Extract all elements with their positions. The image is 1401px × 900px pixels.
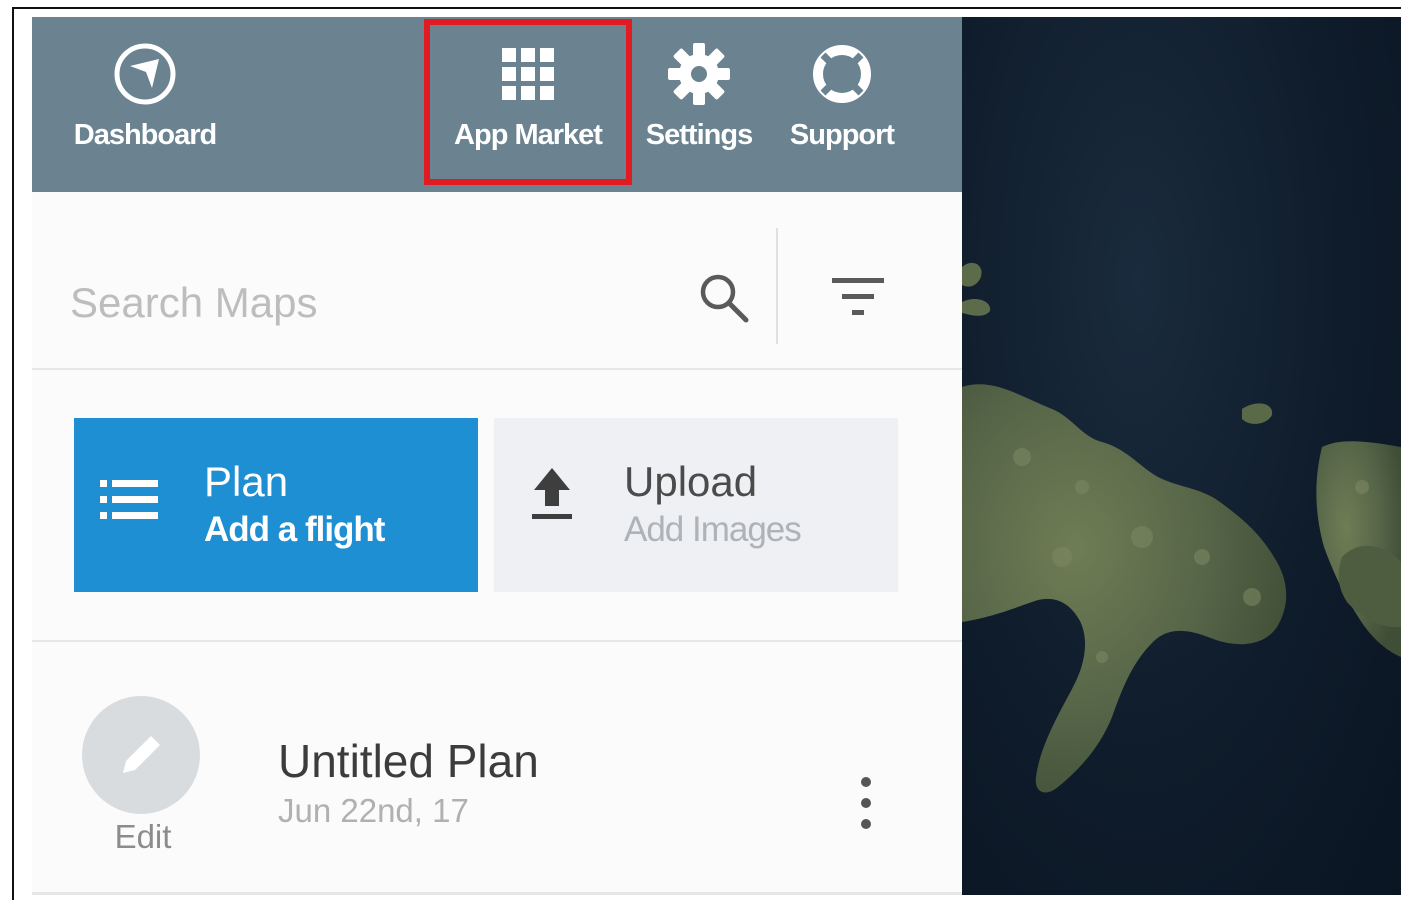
nav-app-market-label: App Market xyxy=(454,119,603,151)
search-icon[interactable] xyxy=(696,270,752,326)
search-input[interactable] xyxy=(68,272,672,334)
satellite-map[interactable] xyxy=(962,17,1401,895)
filter-icon[interactable] xyxy=(828,272,888,322)
action-cards: Plan Add a flight Upload Add Images xyxy=(32,370,962,642)
list-divider xyxy=(32,892,962,895)
list-icon xyxy=(100,480,158,519)
nav-support-label: Support xyxy=(789,119,895,151)
nav-settings-label: Settings xyxy=(645,119,753,151)
more-vert-icon[interactable] xyxy=(850,774,882,832)
map-terrain xyxy=(962,262,1401,793)
edit-avatar xyxy=(82,696,200,814)
upload-card-subtitle: Add Images xyxy=(624,510,802,549)
nav-dashboard[interactable]: Dashboard xyxy=(62,17,228,192)
upload-icon xyxy=(532,468,572,519)
edit-label: Edit xyxy=(114,818,172,855)
search-bar xyxy=(32,192,962,370)
app-window: Dashboard App Market Settings Support Se… xyxy=(32,17,1401,895)
search-divider xyxy=(776,228,778,344)
plan-title[interactable]: Untitled Plan xyxy=(278,734,539,788)
upload-card[interactable]: Upload Add Images xyxy=(494,418,898,592)
navigation-compass-icon xyxy=(114,43,176,105)
plan-date: Jun 22nd, 17 xyxy=(278,792,469,829)
sidebar-panel: Dashboard App Market Settings Support Se… xyxy=(32,17,962,895)
grid-apps-icon xyxy=(502,48,554,100)
plan-card-title: Plan xyxy=(204,458,289,505)
frame-border-top xyxy=(12,7,1401,9)
nav-dashboard-label: Dashboard xyxy=(73,119,217,151)
nav-settings[interactable]: Settings xyxy=(644,17,754,192)
nav-support[interactable]: Support xyxy=(784,17,900,192)
gear-icon xyxy=(668,43,730,105)
upload-card-title: Upload xyxy=(624,458,758,505)
plan-card-subtitle: Add a flight xyxy=(204,510,385,549)
plan-card[interactable]: Plan Add a flight xyxy=(74,418,478,592)
plan-list-item[interactable]: Edit Untitled Plan Jun 22nd, 17 xyxy=(32,642,962,895)
top-nav-bar: Dashboard App Market Settings Support xyxy=(32,17,962,192)
edit-plan-button[interactable]: Edit xyxy=(82,696,206,856)
pencil-icon xyxy=(123,736,160,773)
frame-border-left xyxy=(12,7,14,900)
lifebuoy-icon xyxy=(813,45,871,103)
nav-app-market[interactable]: App Market xyxy=(422,17,634,192)
